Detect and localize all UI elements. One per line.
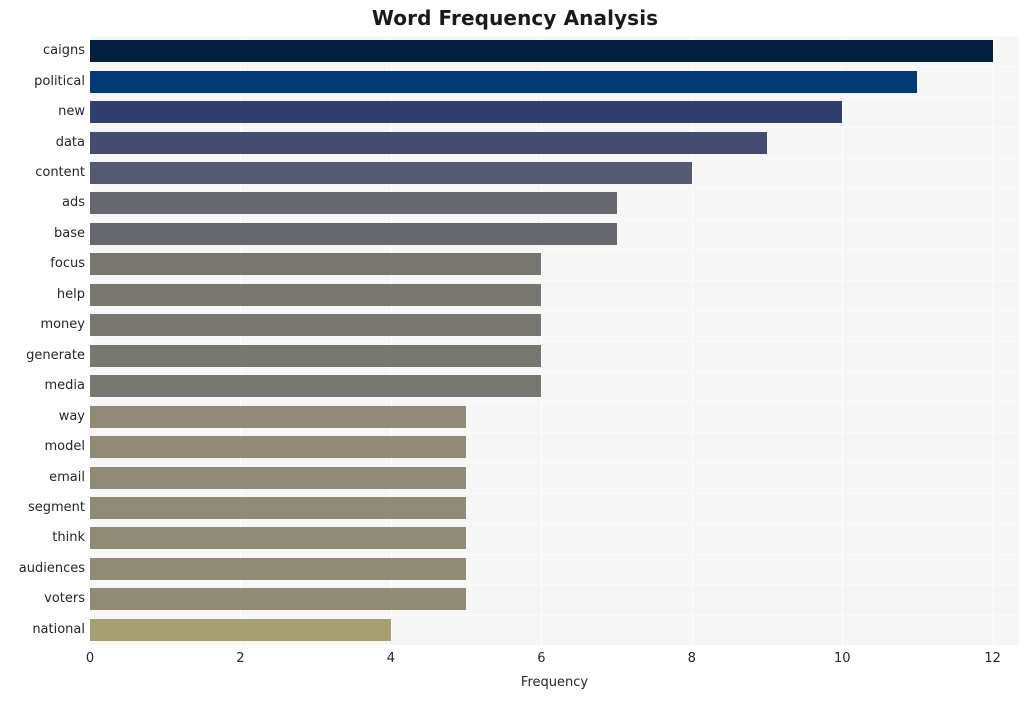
y-axis-tick-label: help <box>56 286 85 302</box>
vertical-gridline <box>992 36 994 645</box>
bar <box>90 101 843 124</box>
bar <box>90 192 617 215</box>
horizontal-gridline <box>90 462 1019 464</box>
x-axis-tick-label: 10 <box>833 651 851 666</box>
y-axis-tick-label: audiences <box>18 560 85 576</box>
vertical-gridline <box>842 36 844 645</box>
horizontal-gridline <box>90 127 1019 129</box>
x-axis-tick-label: 4 <box>386 651 396 666</box>
horizontal-gridline <box>90 279 1019 281</box>
y-axis-label-group: caigns political new data content ads base focu… <box>0 36 85 645</box>
horizontal-gridline <box>90 584 1019 586</box>
horizontal-gridline <box>90 36 1019 37</box>
horizontal-gridline <box>90 188 1019 190</box>
bar <box>90 527 467 550</box>
y-axis-tick-label: new <box>58 104 85 120</box>
horizontal-gridline <box>90 431 1019 433</box>
bar <box>90 496 467 519</box>
horizontal-gridline <box>90 370 1019 372</box>
horizontal-gridline <box>90 553 1019 555</box>
horizontal-gridline <box>90 218 1019 220</box>
bar <box>90 162 692 185</box>
bar <box>90 314 542 337</box>
y-axis-tick-label: model <box>44 439 85 455</box>
horizontal-gridline <box>90 249 1019 251</box>
y-axis-tick-label: think <box>52 530 85 546</box>
bar <box>90 344 542 367</box>
plot-area <box>90 36 1019 645</box>
vertical-gridline <box>240 36 242 645</box>
vertical-gridline <box>691 36 693 645</box>
horizontal-gridline <box>90 157 1019 159</box>
vertical-gridline <box>90 36 91 645</box>
bar <box>90 436 467 459</box>
page-title: Word Frequency Analysis <box>371 6 659 30</box>
horizontal-gridline <box>90 523 1019 525</box>
bar <box>90 618 391 641</box>
bar <box>90 557 467 580</box>
bar <box>90 588 467 611</box>
y-axis-tick-label: national <box>32 621 85 637</box>
x-axis-tick-label: 0 <box>85 651 95 666</box>
y-axis-tick-label: content <box>35 165 85 181</box>
bar <box>90 131 767 154</box>
bar <box>90 283 542 306</box>
horizontal-gridline <box>90 340 1019 342</box>
y-axis-tick-label: money <box>40 317 85 333</box>
vertical-gridline <box>541 36 543 645</box>
bar <box>90 253 542 276</box>
x-axis-tick-label: 8 <box>687 651 696 666</box>
word-frequency-chart-figure: Word Frequency Analysis caigns political n… <box>0 0 1030 701</box>
y-axis-tick-label: base <box>54 225 85 241</box>
horizontal-gridline <box>90 614 1019 616</box>
bar <box>90 222 617 245</box>
x-axis-title: Frequency <box>520 675 589 690</box>
y-axis-tick-label: political <box>34 73 85 89</box>
horizontal-gridline <box>90 401 1019 403</box>
horizontal-gridline <box>90 66 1019 68</box>
y-axis-tick-label: media <box>44 378 86 394</box>
horizontal-gridline <box>90 96 1019 98</box>
y-axis-tick-label: email <box>49 469 85 485</box>
bar <box>90 405 467 428</box>
y-axis-tick-label: caigns <box>43 43 85 59</box>
bar <box>90 375 542 398</box>
bar <box>90 40 993 63</box>
y-axis-tick-label: ads <box>62 195 85 211</box>
y-axis-tick-label: segment <box>27 499 85 515</box>
x-axis-tick-label: 6 <box>537 651 546 666</box>
x-axis-tick-label: 12 <box>984 651 1001 666</box>
vertical-gridline <box>390 36 392 645</box>
y-axis-tick-label: way <box>58 408 85 424</box>
y-axis-tick-label: generate <box>26 347 85 363</box>
horizontal-gridline <box>90 492 1019 494</box>
horizontal-gridline <box>90 310 1019 312</box>
x-axis-tick-label: 2 <box>236 651 245 666</box>
bar <box>90 70 918 93</box>
bar <box>90 466 467 489</box>
y-axis-tick-label: data <box>55 134 85 150</box>
y-axis-tick-label: voters <box>44 591 85 607</box>
y-axis-tick-label: focus <box>50 256 85 272</box>
